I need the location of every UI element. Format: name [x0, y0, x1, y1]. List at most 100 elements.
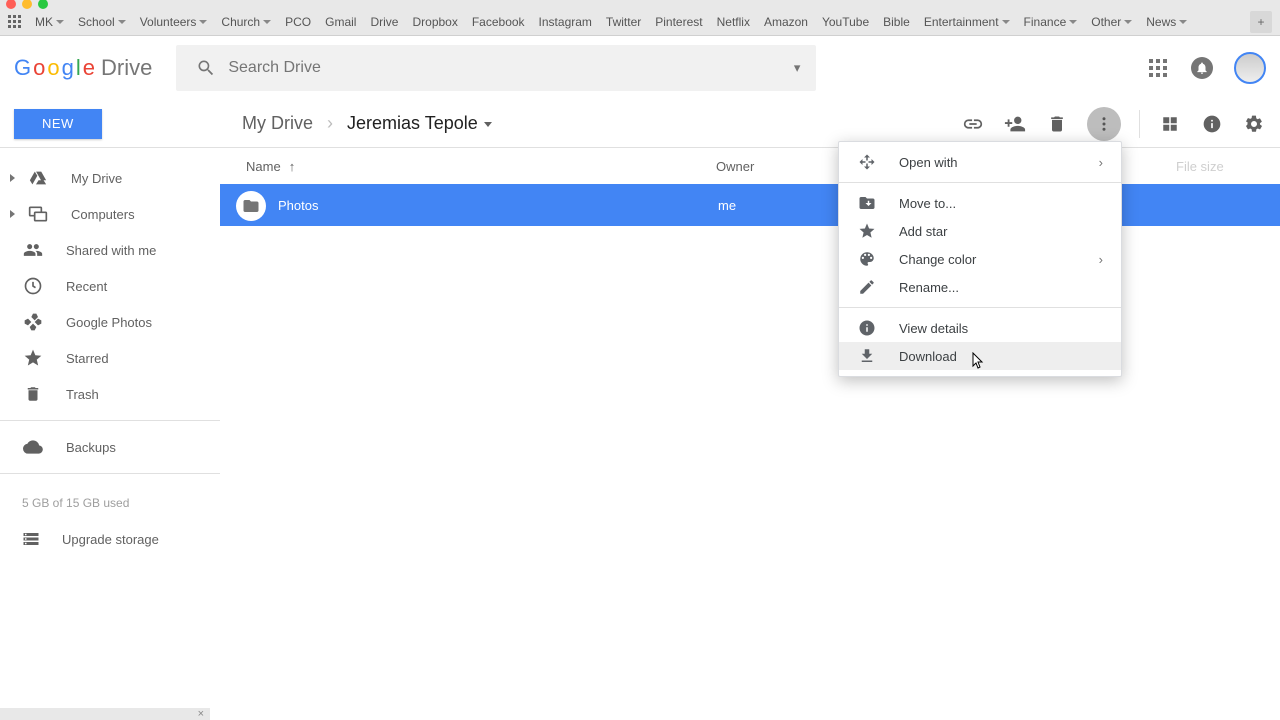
- download-icon: [857, 347, 877, 365]
- palette-icon: [857, 250, 877, 268]
- bookmark-item[interactable]: Other: [1091, 15, 1132, 29]
- expand-icon: [10, 210, 15, 218]
- menu-item-label: Open with: [899, 155, 958, 170]
- file-name: Photos: [278, 198, 718, 213]
- sidebar-item-label: Starred: [66, 351, 109, 366]
- bookmark-item[interactable]: Volunteers: [140, 15, 208, 29]
- bookmark-item[interactable]: Netflix: [717, 15, 750, 29]
- bookmark-item[interactable]: YouTube: [822, 15, 869, 29]
- logo-drive-word: Drive: [101, 55, 152, 81]
- expand-icon: [10, 174, 15, 182]
- account-avatar[interactable]: [1234, 52, 1266, 84]
- photos-icon: [22, 312, 44, 332]
- bookmark-item[interactable]: School: [78, 15, 126, 29]
- menu-item-download[interactable]: Download: [839, 342, 1121, 370]
- chevron-down-icon: [1002, 20, 1010, 24]
- menu-item-label: View details: [899, 321, 968, 336]
- search-box[interactable]: ▾: [176, 45, 816, 91]
- computers-icon: [27, 204, 49, 224]
- bookmark-item[interactable]: Finance: [1024, 15, 1078, 29]
- bookmark-item[interactable]: Drive: [370, 15, 398, 29]
- chevron-right-icon: ›: [1099, 252, 1103, 267]
- column-size[interactable]: File size: [1176, 159, 1254, 174]
- bookmark-item[interactable]: Pinterest: [655, 15, 702, 29]
- menu-item-label: Rename...: [899, 280, 959, 295]
- sidebar-item-backups[interactable]: Backups: [0, 429, 220, 465]
- bookmark-item[interactable]: Twitter: [606, 15, 641, 29]
- sidebar-item-label: Trash: [66, 387, 99, 402]
- menu-item-label: Change color: [899, 252, 976, 267]
- search-icon[interactable]: [184, 58, 228, 78]
- bookmark-item[interactable]: Instagram: [539, 15, 592, 29]
- menu-item-move-to[interactable]: Move to...: [839, 189, 1121, 217]
- bookmark-item[interactable]: PCO: [285, 15, 311, 29]
- sidebar-item-label: My Drive: [71, 171, 122, 186]
- storage-icon: [22, 530, 40, 548]
- more-actions-button[interactable]: [1087, 107, 1121, 141]
- sidebar-item-label: Backups: [66, 440, 116, 455]
- mac-titlebar: [0, 0, 1280, 8]
- breadcrumb: My Drive › Jeremias Tepole: [242, 113, 492, 134]
- close-icon[interactable]: ×: [198, 708, 204, 720]
- breadcrumb-root[interactable]: My Drive: [242, 113, 313, 134]
- breadcrumb-current[interactable]: Jeremias Tepole: [347, 113, 492, 134]
- sidebar: My Drive Computers Shared with me Recent Goo…: [0, 148, 220, 720]
- cloud-icon: [22, 437, 44, 457]
- sidebar-item-trash[interactable]: Trash: [0, 376, 220, 412]
- sidebar-item-my-drive[interactable]: My Drive: [0, 160, 220, 196]
- search-options-dropdown[interactable]: ▾: [786, 60, 809, 76]
- settings-icon[interactable]: [1242, 112, 1266, 136]
- sidebar-item-label: Google Photos: [66, 315, 152, 330]
- search-input[interactable]: [228, 59, 785, 77]
- menu-item-rename[interactable]: Rename...: [839, 273, 1121, 301]
- grid-view-icon[interactable]: [1158, 112, 1182, 136]
- get-link-icon[interactable]: [961, 112, 985, 136]
- chevron-down-icon: [1069, 20, 1077, 24]
- menu-item-label: Download: [899, 349, 957, 364]
- sidebar-item-shared-with-me[interactable]: Shared with me: [0, 232, 220, 268]
- bookmark-item[interactable]: Bible: [883, 15, 910, 29]
- menu-item-change-color[interactable]: Change color ›: [839, 245, 1121, 273]
- chevron-down-icon: [199, 20, 207, 24]
- context-menu: Open with › Move to... Add star Change color…: [838, 141, 1122, 377]
- google-apps-icon[interactable]: [1146, 56, 1170, 80]
- new-tab-button[interactable]: +: [1250, 11, 1272, 33]
- toolbar-divider: [1139, 110, 1140, 138]
- star-icon: [857, 222, 877, 240]
- drive-icon: [27, 169, 49, 187]
- menu-item-view-details[interactable]: View details: [839, 314, 1121, 342]
- sidebar-item-google-photos[interactable]: Google Photos: [0, 304, 220, 340]
- chevron-down-icon: [56, 20, 64, 24]
- upgrade-storage-link[interactable]: Upgrade storage: [0, 524, 220, 554]
- menu-item-add-star[interactable]: Add star: [839, 217, 1121, 245]
- bookmark-item[interactable]: Facebook: [472, 15, 525, 29]
- bookmark-item[interactable]: Amazon: [764, 15, 808, 29]
- sidebar-item-starred[interactable]: Starred: [0, 340, 220, 376]
- info-icon: [857, 319, 877, 337]
- sidebar-item-label: Computers: [71, 207, 135, 222]
- people-icon: [22, 240, 44, 260]
- menu-item-open-with[interactable]: Open with ›: [839, 148, 1121, 176]
- new-button[interactable]: NEW: [14, 109, 102, 139]
- bookmark-item[interactable]: News: [1146, 15, 1187, 29]
- sidebar-divider: [0, 420, 220, 421]
- bookmark-item[interactable]: MK: [35, 15, 64, 29]
- apps-shortcut[interactable]: [8, 15, 21, 28]
- sidebar-item-label: Recent: [66, 279, 107, 294]
- google-drive-logo[interactable]: Google Drive: [14, 55, 152, 81]
- sidebar-item-computers[interactable]: Computers: [0, 196, 220, 232]
- chevron-down-icon: [263, 20, 271, 24]
- bookmark-item[interactable]: Gmail: [325, 15, 356, 29]
- bookmark-item[interactable]: Dropbox: [412, 15, 457, 29]
- notifications-icon[interactable]: [1190, 56, 1214, 80]
- menu-item-label: Add star: [899, 224, 947, 239]
- view-details-icon[interactable]: [1200, 112, 1224, 136]
- delete-icon[interactable]: [1045, 112, 1069, 136]
- chevron-right-icon: ›: [1099, 155, 1103, 170]
- sidebar-item-recent[interactable]: Recent: [0, 268, 220, 304]
- bookmark-item[interactable]: Entertainment: [924, 15, 1010, 29]
- bookmark-item[interactable]: Church: [221, 15, 271, 29]
- sidebar-item-label: Shared with me: [66, 243, 156, 258]
- column-name[interactable]: Name↑: [246, 159, 716, 174]
- share-icon[interactable]: [1003, 112, 1027, 136]
